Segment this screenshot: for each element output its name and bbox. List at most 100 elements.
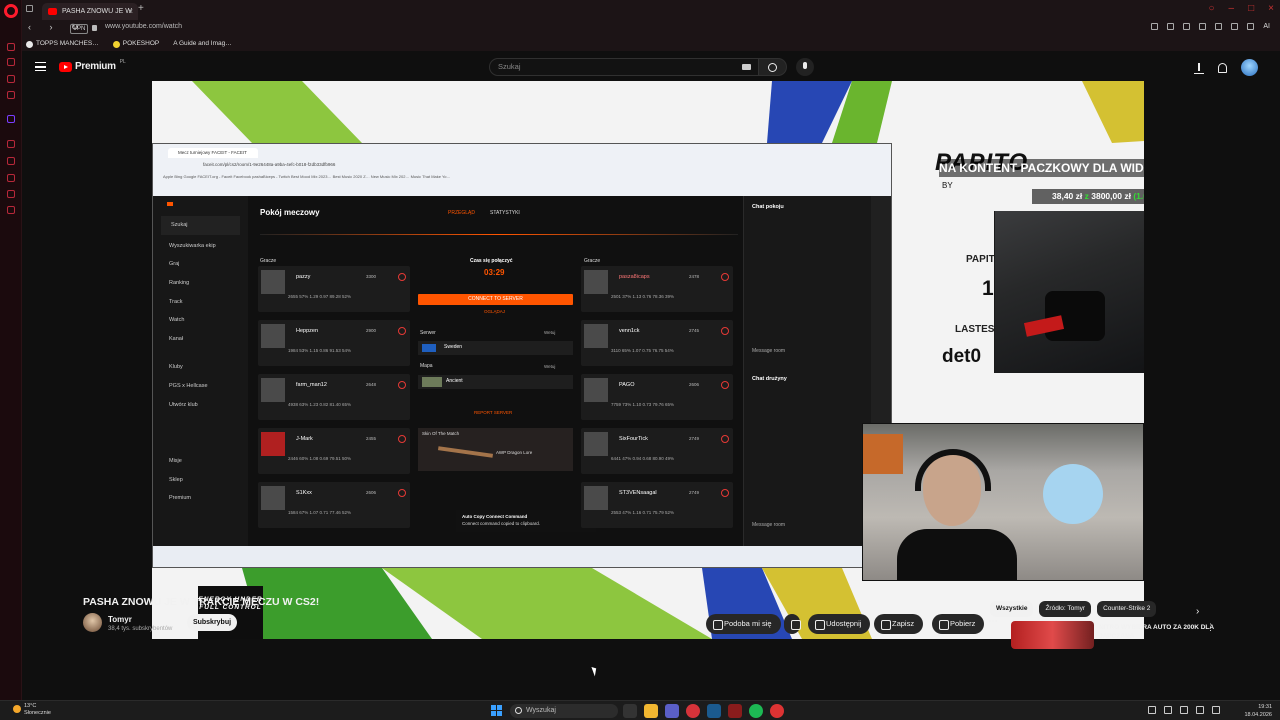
channel-avatar[interactable] — [83, 613, 102, 632]
subscribe-button[interactable]: Subskrybuj — [187, 614, 237, 631]
figure — [1043, 464, 1103, 524]
extensions-icon[interactable] — [7, 190, 15, 198]
bookmark-item[interactable]: TOPPS MANCHES… — [26, 37, 99, 51]
bookmark-item[interactable]: POKESHOP — [112, 37, 159, 51]
settings-icon[interactable] — [7, 206, 15, 214]
snapshot-icon[interactable] — [1151, 23, 1159, 30]
subscriber-count: 38,4 tys. subskrybentów — [108, 626, 173, 632]
bookmark-icon[interactable] — [1167, 23, 1175, 30]
tray-app-icon[interactable] — [1164, 706, 1172, 714]
player-row: ST3VENsaagal 2749 2553 47% 1.16 0.71 75.79… — [581, 482, 733, 528]
downloads-icon[interactable] — [7, 174, 15, 182]
time-label: Czas się połączyć — [470, 258, 513, 264]
notifications-icon[interactable] — [1218, 62, 1227, 73]
menu-icon[interactable] — [35, 62, 46, 71]
opera-logo-icon[interactable] — [4, 4, 18, 18]
volume-icon[interactable] — [1196, 706, 1204, 714]
battery-icon[interactable] — [1212, 706, 1220, 714]
faceit-nav-item: Kanał — [169, 335, 184, 342]
team-chat-label: Chat drużyny — [752, 376, 787, 382]
teams-icon[interactable] — [665, 704, 679, 718]
search-tabs-icon[interactable]: ○ — [1209, 3, 1215, 14]
maximize-icon[interactable]: □ — [1248, 3, 1254, 14]
energy-logo: ENERGY UNDER FULL CONTROL — [198, 586, 263, 639]
search-button[interactable] — [759, 58, 787, 76]
dislike-button[interactable] — [784, 614, 801, 634]
create-icon[interactable] — [1194, 62, 1204, 74]
channel-name[interactable]: Tomyr — [108, 615, 132, 624]
video-title: PASHA ZNOWU JE W TRAKCIE MECZU W CS2! — [83, 596, 320, 608]
aria-ai-button[interactable]: AI — [1263, 23, 1270, 31]
taskbar-search[interactable]: Wyszukaj — [510, 704, 618, 718]
start-button[interactable] — [491, 705, 502, 716]
faceit-taskbar — [153, 546, 891, 567]
voice-search-icon[interactable] — [796, 58, 814, 76]
player-row: SixFourTick 2749 6441 47% 0.94 0.68 80.90 … — [581, 428, 733, 474]
share-button[interactable]: Udostępnij — [808, 614, 871, 634]
workspace-icons[interactable] — [26, 5, 33, 12]
lock-icon[interactable] — [92, 25, 97, 31]
opera-sidebar — [0, 0, 22, 700]
chip-cs2[interactable]: Counter-Strike 2 — [1097, 601, 1157, 617]
related-title[interactable]: NITRO WYBIERA AUTO ZA 200K DLA JAPCZANA — [1099, 623, 1214, 641]
twitch-icon[interactable] — [7, 115, 15, 123]
close-window-icon[interactable]: × — [1268, 3, 1274, 14]
downloads-toolbar-icon[interactable] — [1247, 23, 1255, 30]
spotify-icon[interactable] — [749, 704, 763, 718]
faceit-logo-icon — [167, 202, 173, 206]
related-thumbnail[interactable] — [1011, 621, 1094, 649]
history-icon[interactable] — [7, 140, 15, 148]
clock[interactable]: 19:31 18.04.2026 — [1244, 703, 1272, 719]
connect-button: CONNECT TO SERVER — [418, 294, 573, 305]
wallet-icon[interactable] — [1215, 23, 1223, 30]
youtube-logo[interactable]: Premium PL — [59, 59, 126, 72]
faceit-search: Szukaj — [161, 216, 240, 235]
bookmarks-icon[interactable] — [7, 157, 15, 165]
player-row: S1Kxx 2606 1584 67% 1.07 0.71 77.46 52% — [258, 482, 410, 528]
faceit-sidebar: Szukaj Wyszukiwarka ekip Graj Ranking Tr… — [153, 196, 248, 546]
player-icon[interactable] — [1199, 23, 1207, 30]
tab-youtube[interactable]: PASHA ZNOWU JE W × — [42, 3, 138, 20]
more-actions-icon[interactable]: ⋯ — [988, 616, 998, 627]
search-input[interactable]: Szukaj — [489, 58, 759, 76]
close-tab-icon[interactable]: × — [128, 3, 133, 20]
extension-icon[interactable] — [1183, 23, 1191, 30]
faceit-nav-item: Sklep — [169, 476, 183, 483]
player-row: pasza8icaps 2478 2501 37% 1.13 0.76 78.36 … — [581, 266, 733, 312]
wifi-icon[interactable] — [1180, 706, 1188, 714]
weather-widget[interactable]: 13°C Słonecznie — [24, 703, 51, 717]
save-button[interactable]: Zapisz — [874, 614, 924, 634]
avatar[interactable] — [1241, 59, 1258, 76]
chip-source[interactable]: Źródło: Tomyr — [1039, 601, 1092, 617]
new-tab-icon[interactable]: + — [138, 3, 144, 14]
video-player[interactable]: Mecz turniejowy FACEIT - FACEIT faceit.c… — [152, 81, 1144, 639]
steam-icon[interactable] — [707, 704, 721, 718]
vpn-badge[interactable]: VPN — [70, 24, 89, 34]
report-server-link: REPORT SERVER — [474, 410, 513, 415]
keyboard-icon[interactable] — [742, 64, 751, 70]
instagram-icon[interactable] — [7, 91, 15, 99]
map-card: Ancient — [418, 375, 573, 389]
related-more-icon[interactable]: ⋮ — [1206, 622, 1215, 633]
media-app-icon[interactable] — [770, 704, 784, 718]
shield-icon[interactable] — [1231, 23, 1239, 30]
task-view-icon[interactable] — [623, 704, 637, 718]
sidebar-tab-icon[interactable] — [7, 43, 15, 51]
faceit-window: Mecz turniejowy FACEIT - FACEIT faceit.c… — [152, 143, 892, 568]
messenger-icon[interactable] — [7, 58, 15, 66]
chip-all[interactable]: Wszystkie — [990, 601, 1034, 617]
faceit-app-icon[interactable] — [728, 704, 742, 718]
faceit-nav-item: Misje — [169, 458, 182, 465]
opera-taskbar-icon[interactable] — [686, 704, 700, 718]
faceit-nav-item: Wyszukiwarka ekip — [169, 242, 216, 249]
like-button[interactable]: Podoba mi się — [706, 614, 781, 634]
download-button[interactable]: Pobierz — [932, 614, 985, 634]
file-explorer-icon[interactable] — [644, 704, 658, 718]
minimize-icon[interactable]: – — [1229, 3, 1235, 14]
url-field[interactable]: www.youtube.com/watch — [105, 23, 182, 30]
faceit-url: faceit.com/pl/cs2/room/1-9e26448a-a9ba-4… — [203, 162, 336, 167]
whatsapp-icon[interactable] — [7, 75, 15, 83]
tray-chevron-icon[interactable] — [1148, 706, 1156, 714]
bookmark-item[interactable]: A Guide and Imag… — [173, 37, 232, 51]
chevron-right-icon[interactable]: › — [1196, 606, 1199, 617]
